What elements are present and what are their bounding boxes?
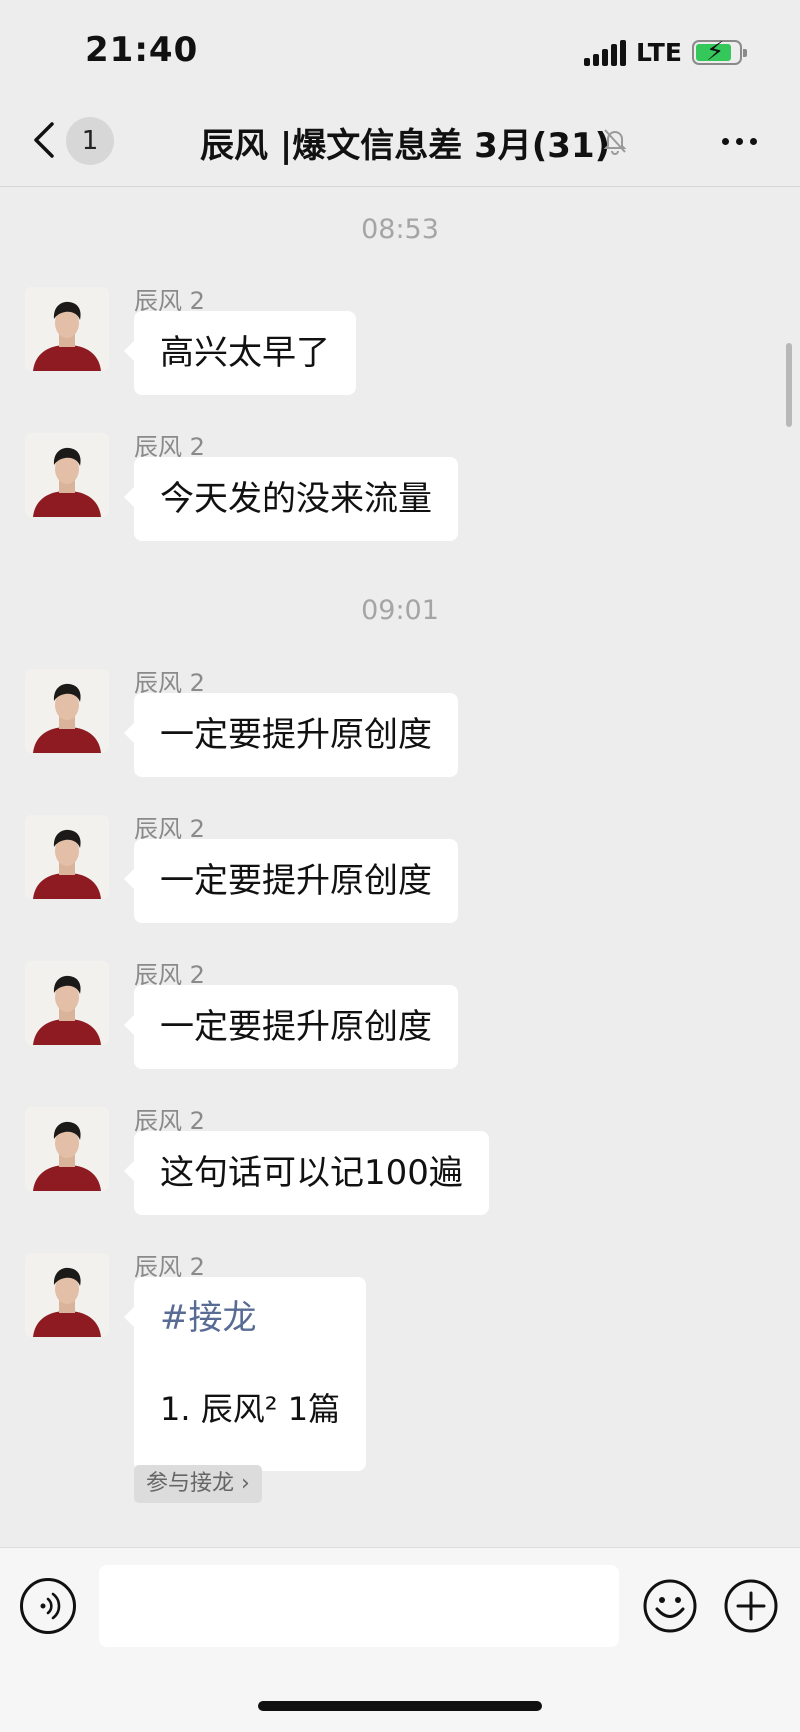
status-bar: 21:40 LTE ⚡ [0,0,800,100]
message-bubble[interactable]: 一定要提升原创度 [124,693,458,777]
relay-bubble[interactable]: #接龙 1. 辰风² 1篇 [124,1277,366,1471]
avatar[interactable] [25,287,109,371]
avatar[interactable] [25,1107,109,1191]
emoji-icon[interactable] [642,1578,698,1634]
avatar[interactable] [25,433,109,517]
avatar[interactable] [25,1253,109,1337]
home-indicator[interactable] [258,1701,542,1711]
avatar[interactable] [25,961,109,1045]
message-bubble[interactable]: 今天发的没来流量 [124,457,458,541]
relay-entry: 1. 辰风² 1篇 [160,1390,341,1428]
scrollbar[interactable] [786,343,792,427]
mute-bell-icon [603,129,627,155]
battery-charging-icon: ⚡ [692,38,747,66]
message-bubble[interactable]: 一定要提升原创度 [124,985,458,1069]
avatar[interactable] [25,815,109,899]
back-chevron-icon[interactable] [28,118,62,162]
message-bubble[interactable]: 一定要提升原创度 [124,839,458,923]
unread-count-badge[interactable]: 1 [66,117,114,165]
clock: 21:40 [85,30,199,70]
message-bubble[interactable]: 这句话可以记100遍 [124,1131,489,1215]
signal-icon [584,40,626,66]
chat-header: 1 辰风 |爆文信息差 3月(31) [0,100,800,187]
join-relay-button[interactable]: 参与接龙 › [134,1465,262,1503]
message-input[interactable] [99,1565,619,1647]
voice-input-icon[interactable] [20,1578,76,1634]
timestamp: 09:01 [361,595,439,626]
avatar[interactable] [25,669,109,753]
more-options-icon[interactable] [718,126,762,156]
plus-icon[interactable] [723,1578,779,1634]
message-bubble[interactable]: 高兴太早了 [124,311,356,395]
chat-title: 辰风 |爆文信息差 3月(31) [200,126,611,166]
network-label: LTE [636,38,682,67]
relay-hashtag-link[interactable]: #接龙 [160,1295,340,1341]
timestamp: 08:53 [361,214,439,245]
